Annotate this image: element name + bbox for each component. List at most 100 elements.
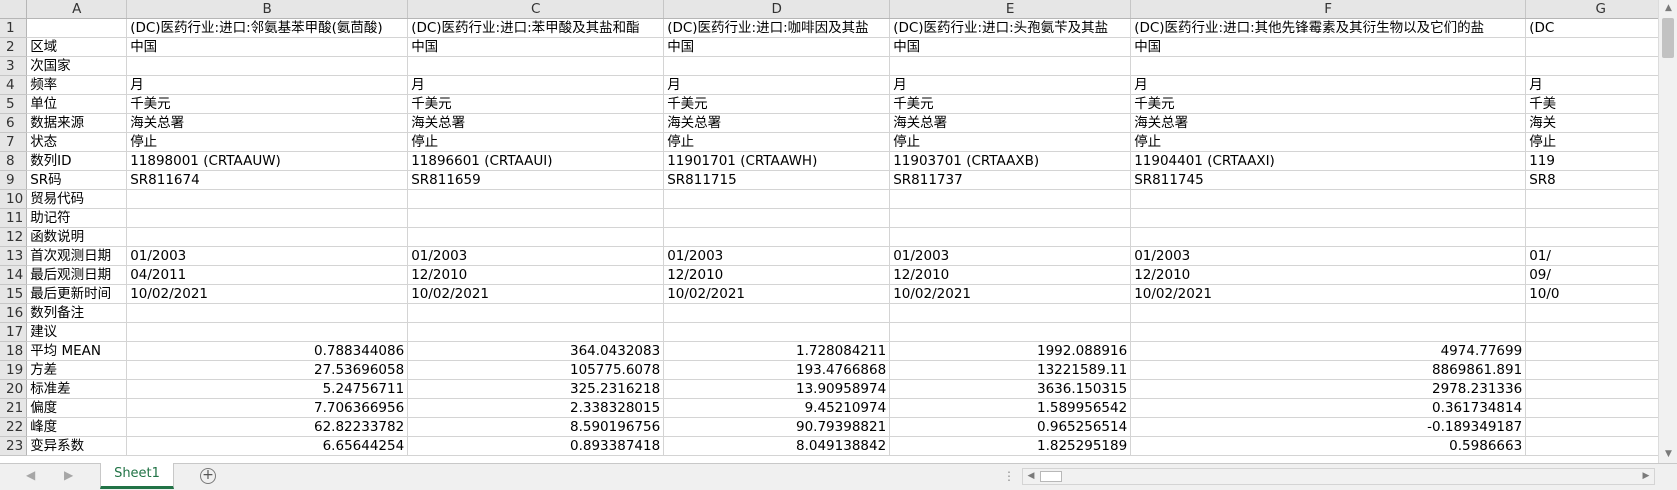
cell-e16[interactable]: [889, 303, 1132, 323]
cell-f4[interactable]: 月: [1130, 75, 1527, 95]
cell-d20[interactable]: 13.90958974: [663, 379, 891, 399]
row-header[interactable]: 19: [0, 360, 28, 380]
cell-e10[interactable]: [889, 189, 1132, 209]
cell-f7[interactable]: 停止: [1130, 132, 1527, 152]
cell-c10[interactable]: [407, 189, 665, 209]
chevron-left-icon[interactable]: ◀: [26, 468, 35, 482]
cell-a11[interactable]: 助记符: [26, 208, 128, 228]
cell-e14[interactable]: 12/2010: [889, 265, 1132, 285]
column-header-a[interactable]: A: [26, 0, 128, 19]
cell-b7[interactable]: 停止: [126, 132, 409, 152]
cell-g18[interactable]: [1525, 341, 1677, 361]
cell-d9[interactable]: SR811715: [663, 170, 891, 190]
row-header[interactable]: 20: [0, 379, 28, 399]
cell-c14[interactable]: 12/2010: [407, 265, 665, 285]
cell-g10[interactable]: [1525, 189, 1677, 209]
cell-f23[interactable]: 0.5986663: [1130, 436, 1527, 456]
cell-g15[interactable]: 10/0: [1525, 284, 1677, 304]
row-header[interactable]: 6: [0, 113, 28, 133]
cell-a6[interactable]: 数据来源: [26, 113, 128, 133]
cell-d23[interactable]: 8.049138842: [663, 436, 891, 456]
cell-c23[interactable]: 0.893387418: [407, 436, 665, 456]
column-header-g[interactable]: G: [1525, 0, 1677, 19]
row-header[interactable]: 4: [0, 75, 28, 95]
cell-a19[interactable]: 方差: [26, 360, 128, 380]
cell-d13[interactable]: 01/2003: [663, 246, 891, 266]
cell-f2[interactable]: 中国: [1130, 37, 1527, 57]
row-header[interactable]: 7: [0, 132, 28, 152]
row-header[interactable]: 3: [0, 56, 28, 76]
cell-b21[interactable]: 7.706366956: [126, 398, 409, 418]
spreadsheet-area[interactable]: A B C D E F G 1 (DC)医药行业:进口:邻氨基苯甲酸(氨茴酸) (D…: [0, 0, 1677, 463]
horizontal-scrollbar[interactable]: ◀ ▶: [1022, 468, 1655, 485]
cell-f22[interactable]: -0.189349187: [1130, 417, 1527, 437]
cell-a12[interactable]: 函数说明: [26, 227, 128, 247]
cell-g12[interactable]: [1525, 227, 1677, 247]
cell-f8[interactable]: 11904401 (CRTAAXI): [1130, 151, 1527, 171]
cell-g23[interactable]: [1525, 436, 1677, 456]
cell-g13[interactable]: 01/: [1525, 246, 1677, 266]
scroll-down-icon[interactable]: ▼: [1659, 446, 1677, 463]
cell-e17[interactable]: [889, 322, 1132, 342]
cell-a13[interactable]: 首次观测日期: [26, 246, 128, 266]
cell-c2[interactable]: 中国: [407, 37, 665, 57]
cell-c17[interactable]: [407, 322, 665, 342]
cell-c12[interactable]: [407, 227, 665, 247]
cell-f3[interactable]: [1130, 56, 1527, 76]
cell-b6[interactable]: 海关总署: [126, 113, 409, 133]
cell-f11[interactable]: [1130, 208, 1527, 228]
cell-f6[interactable]: 海关总署: [1130, 113, 1527, 133]
select-all-corner[interactable]: [0, 0, 28, 19]
column-header-d[interactable]: D: [663, 0, 891, 19]
cell-d22[interactable]: 90.79398821: [663, 417, 891, 437]
spreadsheet-grid[interactable]: A B C D E F G 1 (DC)医药行业:进口:邻氨基苯甲酸(氨茴酸) (D…: [0, 0, 1677, 456]
cell-e4[interactable]: 月: [889, 75, 1132, 95]
cell-f18[interactable]: 4974.77699: [1130, 341, 1527, 361]
cell-f21[interactable]: 0.361734814: [1130, 398, 1527, 418]
cell-a17[interactable]: 建议: [26, 322, 128, 342]
scroll-right-icon[interactable]: ▶: [1638, 469, 1654, 484]
cell-e9[interactable]: SR811737: [889, 170, 1132, 190]
cell-d6[interactable]: 海关总署: [663, 113, 891, 133]
cell-f10[interactable]: [1130, 189, 1527, 209]
cell-a10[interactable]: 贸易代码: [26, 189, 128, 209]
cell-a18[interactable]: 平均 MEAN: [26, 341, 128, 361]
cell-d18[interactable]: 1.728084211: [663, 341, 891, 361]
cell-d5[interactable]: 千美元: [663, 94, 891, 114]
cell-g3[interactable]: [1525, 56, 1677, 76]
cell-d3[interactable]: [663, 56, 891, 76]
horizontal-scroll-thumb[interactable]: [1040, 471, 1062, 482]
cell-c18[interactable]: 364.0432083: [407, 341, 665, 361]
cell-g22[interactable]: [1525, 417, 1677, 437]
row-header[interactable]: 18: [0, 341, 28, 361]
cell-a23[interactable]: 变异系数: [26, 436, 128, 456]
cell-a22[interactable]: 峰度: [26, 417, 128, 437]
cell-f19[interactable]: 8869861.891: [1130, 360, 1527, 380]
row-header[interactable]: 12: [0, 227, 28, 247]
cell-g8[interactable]: 119: [1525, 151, 1677, 171]
cell-e12[interactable]: [889, 227, 1132, 247]
cell-b9[interactable]: SR811674: [126, 170, 409, 190]
cell-g4[interactable]: 月: [1525, 75, 1677, 95]
cell-c1[interactable]: (DC)医药行业:进口:苯甲酸及其盐和酯: [407, 18, 665, 38]
cell-b8[interactable]: 11898001 (CRTAAUW): [126, 151, 409, 171]
cell-c6[interactable]: 海关总署: [407, 113, 665, 133]
cell-b22[interactable]: 62.82233782: [126, 417, 409, 437]
cell-b19[interactable]: 27.53696058: [126, 360, 409, 380]
cell-e13[interactable]: 01/2003: [889, 246, 1132, 266]
cell-g16[interactable]: [1525, 303, 1677, 323]
row-header[interactable]: 5: [0, 94, 28, 114]
tab-splitter-icon[interactable]: ⋮: [1003, 469, 1015, 483]
cell-a20[interactable]: 标准差: [26, 379, 128, 399]
cell-b10[interactable]: [126, 189, 409, 209]
cell-a2[interactable]: 区域: [26, 37, 128, 57]
cell-d1[interactable]: (DC)医药行业:进口:咖啡因及其盐: [663, 18, 891, 38]
cell-g20[interactable]: [1525, 379, 1677, 399]
cell-f14[interactable]: 12/2010: [1130, 265, 1527, 285]
cell-g1[interactable]: (DC: [1525, 18, 1677, 38]
cell-a15[interactable]: 最后更新时间: [26, 284, 128, 304]
row-header[interactable]: 13: [0, 246, 28, 266]
cell-c16[interactable]: [407, 303, 665, 323]
row-header[interactable]: 23: [0, 436, 28, 456]
cell-c5[interactable]: 千美元: [407, 94, 665, 114]
